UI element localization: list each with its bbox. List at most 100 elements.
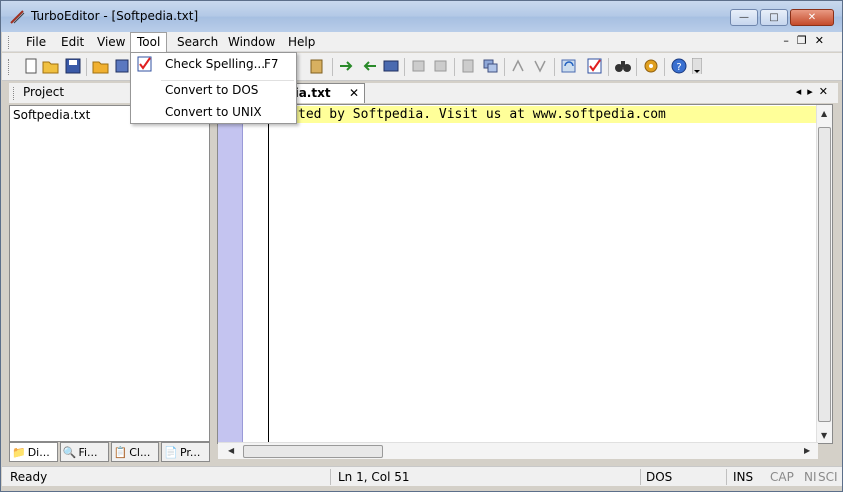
project-file-list[interactable]: Softpedia.txt [9,105,210,442]
status-cap: CAP [770,470,794,484]
horizontal-scrollbar[interactable]: ◀ ▶ [218,442,818,461]
toolbar-grip [8,59,11,75]
menu-convert-unix[interactable]: Convert to UNIX [131,101,296,123]
minimize-button[interactable]: — [730,9,758,26]
folder-icon: 📁 [12,445,26,459]
status-divider [726,469,727,485]
bookmark-prev-icon[interactable] [410,58,428,74]
toolbar-separator [636,58,637,76]
mdi-close-icon[interactable]: ✕ [815,34,832,47]
tool-menu-dropdown: Check Spelling... F7 Convert to DOS Conv… [130,52,297,124]
app-pen-icon [10,10,25,24]
tab-nav-controls[interactable]: ◂▸✕ [796,85,834,98]
svg-text:?: ? [676,62,681,73]
toolbar-separator [404,58,405,76]
tab-project[interactable]: 📄 Pr... [161,442,210,462]
vertical-scrollbar[interactable]: ▲ ▼ [816,105,832,443]
mdi-restore-icon[interactable]: ❐ [797,34,815,47]
maximize-button[interactable]: □ [760,9,788,26]
mdi-controls[interactable]: –❐✕ [783,34,832,47]
scroll-up-arrow-icon[interactable]: ▲ [821,109,827,118]
project-panel-title: Project [23,85,65,99]
find-icon: 🔍 [62,445,77,459]
tab-find[interactable]: 🔍 Fi... [59,442,109,462]
fold-margin [242,105,269,443]
menu-help[interactable]: Help [282,34,321,50]
menu-edit[interactable]: Edit [55,34,90,50]
tab-directory[interactable]: 📁 Di... [9,442,58,462]
scroll-down-arrow-icon[interactable]: ▼ [821,431,827,440]
open-project-icon[interactable] [92,58,110,74]
code-line-1[interactable]: ted by Softpedia. Visit us at www.softpe… [298,107,666,122]
clipboard-icon: 📋 [113,445,128,459]
status-divider [330,469,331,485]
refresh-icon[interactable] [560,58,578,74]
status-bar: Ready Ln 1, Col 51 DOS INS CAP NI SCI [2,466,842,486]
tab-directory-label: Di... [27,445,50,459]
menu-bar: File Edit View Tool Search Window Help –… [2,32,842,52]
vertical-scroll-thumb[interactable] [818,127,831,422]
open-folder-icon[interactable] [42,58,60,74]
spellcheck-icon[interactable] [586,58,604,74]
settings-gear-icon[interactable] [642,58,660,74]
bookmark-next-icon[interactable] [432,58,450,74]
menu-search[interactable]: Search [171,34,224,50]
toolbar-separator [86,58,87,76]
menu-tool[interactable]: Tool [130,32,168,52]
new-file-icon[interactable] [22,58,40,74]
windows-icon[interactable] [482,58,500,74]
toolbar-separator [332,58,333,76]
find-binoculars-icon[interactable] [614,58,632,74]
toolbar-separator [608,58,609,76]
project-icon: 📄 [164,445,178,459]
paste-icon[interactable] [308,58,326,74]
toolbar-separator [504,58,505,76]
window-title: TurboEditor - [Softpedia.txt] [31,9,199,23]
copy-disabled-icon[interactable] [460,58,478,74]
spellcheck-icon [137,56,152,72]
project-file-item[interactable]: Softpedia.txt [13,108,90,122]
scroll-right-arrow-icon[interactable]: ▶ [804,446,810,455]
title-bar[interactable]: TurboEditor - [Softpedia.txt] — □ ✕ [1,1,842,32]
toolbar-separator [454,58,455,76]
book-icon[interactable] [382,58,400,74]
help-icon[interactable]: ? [670,58,688,74]
status-scrl: SCI [818,470,838,484]
check-spelling-shortcut: F7 [264,57,279,71]
menu-view[interactable]: View [91,34,131,50]
tab-close-icon[interactable]: ✕ [349,86,359,100]
text-editor[interactable]: ted by Softpedia. Visit us at www.softpe… [217,104,833,459]
status-divider [640,469,641,485]
convert-unix-label: Convert to UNIX [165,105,262,119]
tab-clipboard-label: Cl... [129,445,151,459]
menu-check-spelling[interactable]: Check Spelling... F7 [131,53,296,75]
toolbar-separator [664,58,665,76]
project-panel-tabs: 📁 Di... 🔍 Fi... 📋 Cl... 📄 Pr... [9,442,210,463]
editor-tab-bar: dia.txt ✕ ◂▸✕ [217,83,838,103]
indent-icon[interactable] [338,58,356,74]
app-window: TurboEditor - [Softpedia.txt] — □ ✕ File… [0,0,843,492]
menu-convert-dos[interactable]: Convert to DOS [131,79,296,101]
tab-find-label: Fi... [78,445,98,459]
sort-asc-icon[interactable] [510,58,528,74]
tab-clipboard[interactable]: 📋 Cl... [110,442,160,462]
horizontal-scroll-track[interactable]: ◀ ▶ [218,442,818,459]
outdent-icon[interactable] [360,58,378,74]
menu-file[interactable]: File [20,34,52,50]
toolbar-separator [554,58,555,76]
toolbar-overflow-icon[interactable] [692,58,702,74]
toolbar: ? [2,53,842,81]
scroll-left-arrow-icon[interactable]: ◀ [228,446,234,455]
status-cursor-position: Ln 1, Col 51 [338,470,410,484]
line-number-gutter [218,105,242,443]
check-spelling-label: Check Spelling... [165,57,266,71]
horizontal-scroll-thumb[interactable] [243,445,383,458]
save-icon[interactable] [64,58,82,74]
status-line-ending: DOS [646,470,673,484]
tab-project-label: Pr... [179,445,201,459]
menubar-grip [8,36,11,49]
menu-window[interactable]: Window [222,34,281,50]
status-ins: INS [733,470,754,484]
close-window-button[interactable]: ✕ [790,9,834,26]
sort-desc-icon[interactable] [532,58,550,74]
